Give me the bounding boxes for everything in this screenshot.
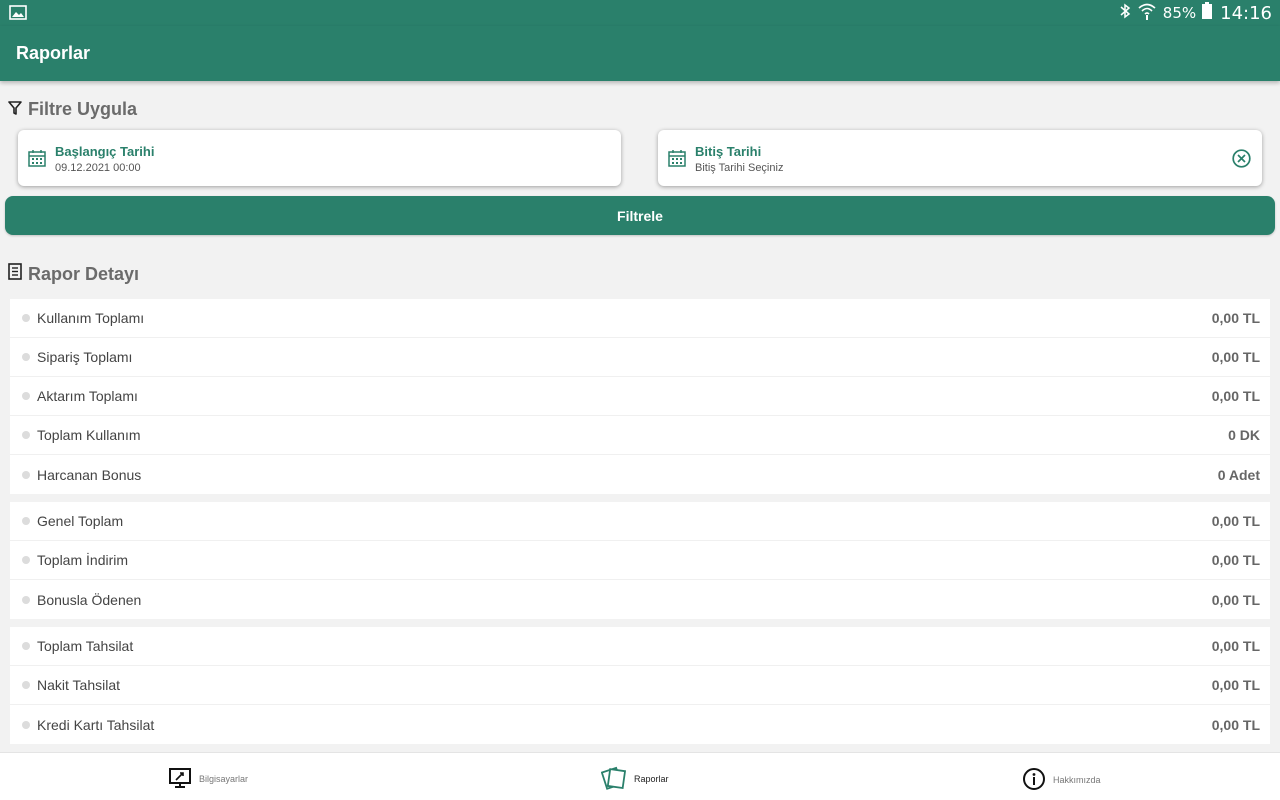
- item-label: Harcanan Bonus: [37, 466, 142, 483]
- reports-icon: [600, 766, 627, 792]
- app-bar: Raporlar: [0, 26, 1280, 81]
- bullet: [22, 314, 30, 322]
- end-date-placeholder: Bitiş Tarihi Seçiniz: [695, 162, 784, 174]
- bullet: [22, 681, 30, 689]
- report-group-totals: Genel Toplam 0,00 TL Toplam İndirim 0,00 T…: [10, 502, 1270, 619]
- battery-level: 85%: [1162, 4, 1197, 22]
- start-date-value: 09.12.2021 00:00: [55, 162, 141, 174]
- nav-label: Hakkımızda: [1053, 775, 1101, 785]
- item-value: 0,00 TL: [1211, 388, 1260, 404]
- report-group-usage: Kullanım Toplamı 0,00 TL Sipariş Toplamı 0…: [10, 299, 1270, 494]
- item-label: Kullanım Toplamı: [37, 310, 145, 326]
- list-item: Kullanım Toplamı 0,00 TL: [10, 299, 1270, 338]
- list-item: Nakit Tahsilat 0,00 TL: [10, 666, 1270, 705]
- item-label: Aktarım Toplamı: [37, 388, 138, 404]
- gallery-icon: [9, 5, 27, 25]
- nav-label: Bilgisayarlar: [199, 774, 249, 784]
- clear-date-icon[interactable]: [1232, 149, 1251, 173]
- wifi-icon: [1137, 2, 1157, 25]
- list-item: Harcanan Bonus 0 Adet: [10, 455, 1270, 494]
- item-value: 0,00 TL: [1211, 638, 1260, 654]
- start-date-label: Başlangıç Tarihi: [55, 144, 155, 159]
- bullet: [22, 595, 30, 604]
- bullet: [22, 431, 30, 439]
- battery-icon: [1202, 2, 1213, 24]
- filter-title: Filtre Uygula: [28, 99, 138, 119]
- status-bar: 85% 14:16: [0, 0, 1280, 26]
- item-value: 0,00 TL: [1211, 716, 1260, 733]
- bullet: [22, 720, 30, 729]
- item-value: 0,00 TL: [1211, 591, 1260, 608]
- nav-item-about[interactable]: Hakkımızda: [1022, 767, 1101, 793]
- list-item: Toplam İndirim 0,00 TL: [10, 541, 1270, 580]
- item-label: Bonusla Ödenen: [37, 591, 142, 608]
- list-item: Bonusla Ödenen 0,00 TL: [10, 580, 1270, 619]
- filter-icon: [8, 99, 22, 120]
- item-value: 0,00 TL: [1211, 513, 1260, 529]
- computer-icon: [168, 767, 192, 791]
- item-value: 0,00 TL: [1211, 349, 1260, 365]
- bluetooth-icon: [1119, 2, 1131, 25]
- list-item: Toplam Tahsilat 0,00 TL: [10, 627, 1270, 666]
- bullet: [22, 353, 30, 361]
- bullet: [22, 470, 30, 479]
- item-label: Toplam Kullanım: [37, 427, 141, 443]
- nav-item-reports[interactable]: Raporlar: [600, 766, 669, 792]
- nav-label: Raporlar: [634, 774, 669, 784]
- item-label: Toplam Tahsilat: [37, 638, 134, 654]
- item-label: Kredi Kartı Tahsilat: [37, 716, 155, 733]
- list-item: Sipariş Toplamı 0,00 TL: [10, 338, 1270, 377]
- bullet: [22, 517, 30, 525]
- item-value: 0,00 TL: [1211, 310, 1260, 326]
- page-title: Raporlar: [16, 43, 91, 63]
- bullet: [22, 392, 30, 400]
- item-label: Nakit Tahsilat: [37, 677, 121, 693]
- bottom-navigation: Bilgisayarlar Raporlar Hakkımızda: [0, 752, 1280, 800]
- calendar-icon: [28, 149, 46, 172]
- bullet: [22, 642, 30, 650]
- info-icon: [1022, 767, 1046, 793]
- item-label: Sipariş Toplamı: [37, 349, 133, 365]
- item-value: 0 DK: [1228, 427, 1260, 443]
- end-date-label: Bitiş Tarihi: [695, 144, 762, 159]
- item-label: Genel Toplam: [37, 513, 124, 529]
- report-section-title: Rapor Detayı: [8, 263, 139, 285]
- calendar-icon: [668, 149, 686, 172]
- item-label: Toplam İndirim: [37, 552, 129, 568]
- clock: 14:16: [1220, 2, 1272, 24]
- filter-section-title: Filtre Uygula: [8, 99, 137, 120]
- filter-button[interactable]: Filtrele: [5, 196, 1275, 235]
- nav-item-computers[interactable]: Bilgisayarlar: [168, 767, 248, 791]
- end-date-picker[interactable]: Bitiş Tarihi Bitiş Tarihi Seçiniz: [658, 130, 1262, 186]
- report-group-collections: Toplam Tahsilat 0,00 TL Nakit Tahsilat 0,0…: [10, 627, 1270, 744]
- document-icon: [8, 263, 22, 285]
- list-item: Aktarım Toplamı 0,00 TL: [10, 377, 1270, 416]
- item-value: 0,00 TL: [1211, 677, 1260, 693]
- start-date-picker[interactable]: Başlangıç Tarihi 09.12.2021 00:00: [18, 130, 621, 186]
- list-item: Toplam Kullanım 0 DK: [10, 416, 1270, 455]
- list-item: Genel Toplam 0,00 TL: [10, 502, 1270, 541]
- list-item: Kredi Kartı Tahsilat 0,00 TL: [10, 705, 1270, 744]
- bullet: [22, 556, 30, 564]
- item-value: 0,00 TL: [1211, 552, 1260, 568]
- item-value: 0 Adet: [1217, 466, 1260, 483]
- report-title: Rapor Detayı: [28, 263, 140, 284]
